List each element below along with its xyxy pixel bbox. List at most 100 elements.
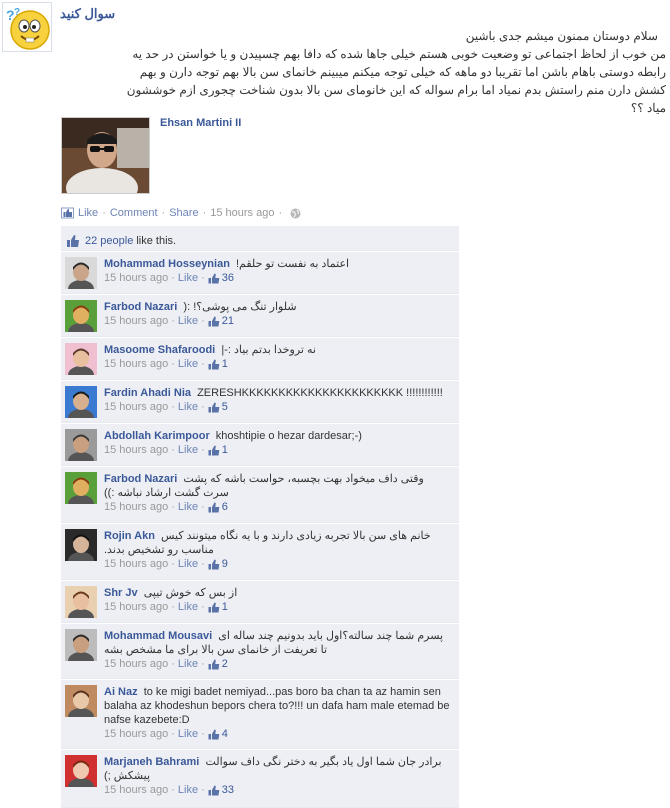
commenter-avatar[interactable] xyxy=(65,429,97,461)
thumbs-up-icon xyxy=(208,602,220,612)
comment-row: Farbod Nazari وقتی داف میخواد بهت بچسبه،… xyxy=(61,466,459,523)
likes-count-link[interactable]: 22 people xyxy=(85,235,133,247)
separator-dot: · xyxy=(102,207,106,219)
commenter-name[interactable]: Rojin Akn xyxy=(104,530,155,542)
comment-text: to ke migi badet nemiyad...pas boro ba c… xyxy=(104,686,450,726)
comment-like-count[interactable]: 33 xyxy=(222,783,234,797)
separator-dot: · xyxy=(201,558,205,570)
commenter-name[interactable]: Marjaneh Bahrami xyxy=(104,756,199,768)
post-timestamp[interactable]: 15 hours ago xyxy=(210,207,274,219)
comment-timestamp[interactable]: 15 hours ago xyxy=(104,314,168,328)
separator-dot: · xyxy=(161,207,166,219)
like-link[interactable]: Like xyxy=(78,207,98,219)
comment-row: Abdollah Karimpoor khoshtipie o hezar da… xyxy=(61,423,459,466)
commenter-avatar[interactable] xyxy=(65,629,97,661)
commenter-avatar[interactable] xyxy=(65,472,97,504)
comment-like-link[interactable]: Like xyxy=(178,357,198,371)
comment-like-count[interactable]: 1 xyxy=(222,600,228,614)
comment-timestamp[interactable]: 15 hours ago xyxy=(104,783,168,797)
comment-like-link[interactable]: Like xyxy=(178,443,198,457)
commenter-name[interactable]: Abdollah Karimpoor xyxy=(104,430,210,442)
comment-like-link[interactable]: Like xyxy=(178,600,198,614)
comment-like-count[interactable]: 1 xyxy=(222,357,228,371)
comment-like-count[interactable]: 9 xyxy=(222,557,228,571)
separator-dot: · xyxy=(171,658,175,670)
thumbs-up-icon xyxy=(208,785,220,795)
commenter-name[interactable]: Ai Naz xyxy=(104,686,138,698)
comment-like-link[interactable]: Like xyxy=(178,657,198,671)
comment-row: Mohammad Hosseynian اعتماد به نفست تو حل… xyxy=(61,251,459,294)
comment-like-link[interactable]: Like xyxy=(178,727,198,741)
comment-like-link[interactable]: Like xyxy=(178,314,198,328)
comment-timestamp[interactable]: 15 hours ago xyxy=(104,500,168,514)
comment-row: Fardin Ahadi Nia ZERESHKKKKKKKKKKKKKKKKK… xyxy=(61,380,459,423)
comment-like-link[interactable]: Like xyxy=(178,271,198,285)
comment-row: Masoome Shafaroodi نه تروخدا بدتم بیاد :… xyxy=(61,337,459,380)
comment-row: Shr Jv از بس که خوش تیپی 15 hours ago · … xyxy=(61,580,459,623)
separator-dot: · xyxy=(201,728,205,740)
comment-timestamp[interactable]: 15 hours ago xyxy=(104,600,168,614)
comment-like-count[interactable]: 1 xyxy=(222,443,228,457)
thumbs-up-icon xyxy=(67,235,79,247)
attachment-name[interactable]: Ehsan Martini II xyxy=(160,117,241,129)
page-avatar[interactable]: ? ? xyxy=(2,2,52,52)
commenter-name[interactable]: Farbod Nazari xyxy=(104,473,177,485)
commenter-avatar[interactable] xyxy=(65,685,97,717)
separator-dot: · xyxy=(171,601,175,613)
commenter-avatar[interactable] xyxy=(65,529,97,561)
separator-dot: · xyxy=(201,601,205,613)
comment-like-count[interactable]: 36 xyxy=(222,271,234,285)
attachment-photo[interactable] xyxy=(61,117,150,194)
likes-suffix: like this. xyxy=(136,235,177,247)
comment-like-count[interactable]: 5 xyxy=(222,400,228,414)
share-link[interactable]: Share xyxy=(169,207,198,219)
post-line: من خوب از لحاظ اجتماعی تو وضعیت خوبی هست… xyxy=(132,47,666,61)
comment-timestamp[interactable]: 15 hours ago xyxy=(104,443,168,457)
separator-dot: · xyxy=(171,401,175,413)
comment-meta: 15 hours ago · Like · 2 xyxy=(104,657,452,671)
commenter-name[interactable]: Fardin Ahadi Nia xyxy=(104,387,191,399)
commenter-name[interactable]: Masoome Shafaroodi xyxy=(104,344,215,356)
comment-meta: 15 hours ago · Like · 5 xyxy=(104,400,452,414)
comment-timestamp[interactable]: 15 hours ago xyxy=(104,357,168,371)
commenter-avatar[interactable] xyxy=(65,386,97,418)
comment-like-count[interactable]: 2 xyxy=(222,657,228,671)
comments-box: 22 people like this. Mohammad Hosseynian… xyxy=(61,226,459,808)
commenter-avatar[interactable] xyxy=(65,755,97,787)
thumbs-up-icon xyxy=(208,445,220,455)
comment-like-link[interactable]: Like xyxy=(178,557,198,571)
separator-dot: · xyxy=(201,401,205,413)
comment-like-link[interactable]: Like xyxy=(178,783,198,797)
commenter-avatar[interactable] xyxy=(65,586,97,618)
thumbs-up-icon xyxy=(208,502,220,512)
comment-timestamp[interactable]: 15 hours ago xyxy=(104,727,168,741)
thumbs-up-icon xyxy=(208,359,220,369)
comment-timestamp[interactable]: 15 hours ago xyxy=(104,271,168,285)
thumbs-up-icon xyxy=(61,207,74,219)
thumbs-up-icon xyxy=(208,559,220,569)
comment-like-link[interactable]: Like xyxy=(178,500,198,514)
thumbs-up-icon xyxy=(208,659,220,669)
post-line: رابطه دوستی باهام باشن اما تقریبا دو ماه… xyxy=(139,65,666,79)
commenter-avatar[interactable] xyxy=(65,257,97,289)
commenter-avatar[interactable] xyxy=(65,300,97,332)
comment-link[interactable]: Comment xyxy=(110,207,158,219)
comment-timestamp[interactable]: 15 hours ago xyxy=(104,657,168,671)
commenter-name[interactable]: Farbod Nazari xyxy=(104,301,177,313)
globe-icon xyxy=(290,208,301,218)
comment-timestamp[interactable]: 15 hours ago xyxy=(104,400,168,414)
commenter-avatar[interactable] xyxy=(65,343,97,375)
page-name[interactable]: سوال کنید xyxy=(60,6,115,22)
comment-like-count[interactable]: 6 xyxy=(222,500,228,514)
post-line: کشش دارن منم راستش بدم نمیاد اما برام سو… xyxy=(126,83,666,97)
commenter-name[interactable]: Mohammad Hosseynian xyxy=(104,258,230,270)
separator-dot: · xyxy=(171,501,175,513)
separator-dot: · xyxy=(201,501,205,513)
comment-like-link[interactable]: Like xyxy=(178,400,198,414)
separator-dot: · xyxy=(201,358,205,370)
commenter-name[interactable]: Mohammad Mousavi xyxy=(104,630,212,642)
commenter-name[interactable]: Shr Jv xyxy=(104,587,138,599)
comment-like-count[interactable]: 4 xyxy=(222,727,228,741)
comment-like-count[interactable]: 21 xyxy=(222,314,234,328)
comment-timestamp[interactable]: 15 hours ago xyxy=(104,557,168,571)
